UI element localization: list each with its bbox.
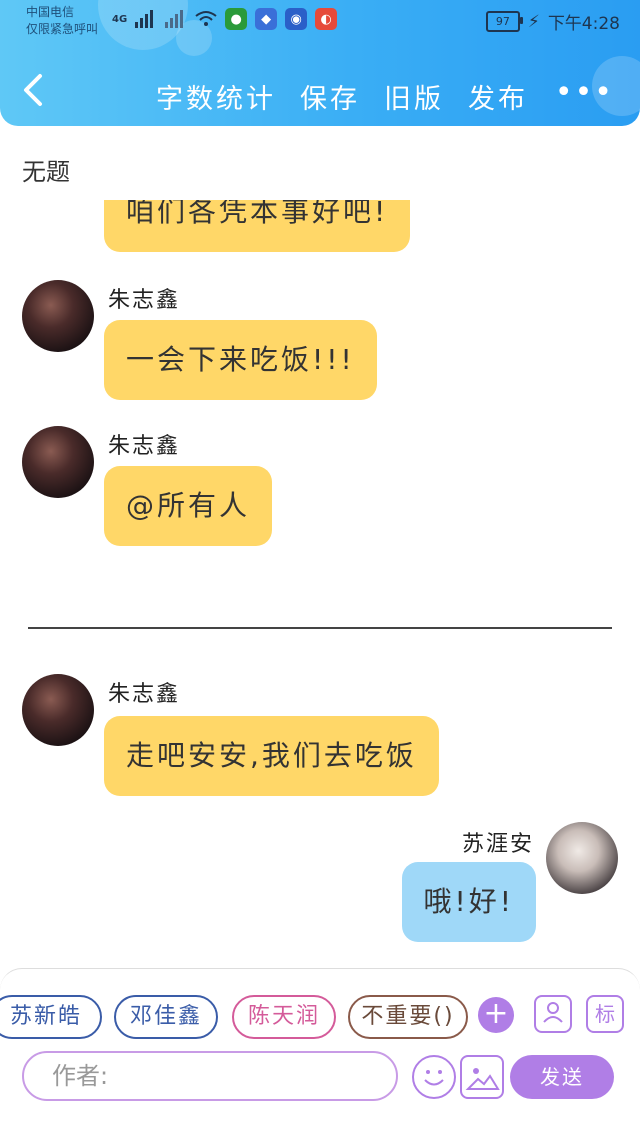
chat-area[interactable]: 咱们各凭本事好吧! 朱志鑫 一会下来吃饭!!! 朱志鑫 @所有人 朱志鑫 走吧安… (0, 200, 640, 960)
nav-row: 字数统计 保存 旧版 发布 ••• (0, 62, 640, 122)
battery-level: 97 (495, 15, 510, 28)
composer-panel: 苏新皓 邓佳鑫 陈天润 不重要() + 标 发送 (0, 968, 640, 1139)
send-button[interactable]: 发送 (510, 1055, 614, 1099)
avatar[interactable] (546, 822, 618, 894)
carrier-text: 中国电信 仅限紧急呼叫 (26, 4, 98, 38)
clock: 下午4:28 (547, 14, 620, 34)
sender-name: 朱志鑫 (108, 288, 181, 313)
character-chip[interactable]: 邓佳鑫 (114, 995, 218, 1039)
message-bubble[interactable]: 一会下来吃饭!!! (104, 320, 377, 400)
word-count-button[interactable]: 字数统计 (156, 77, 276, 116)
carrier-line1: 中国电信 (26, 5, 75, 19)
avatar[interactable] (22, 674, 94, 746)
carrier-line2: 仅限紧急呼叫 (26, 22, 99, 36)
document-title[interactable]: 无题 (22, 152, 70, 187)
publish-button[interactable]: 发布 (468, 77, 528, 116)
more-dots-icon: ••• (554, 75, 614, 110)
message-bubble[interactable]: 咱们各凭本事好吧! (104, 200, 411, 252)
person-button[interactable] (534, 995, 572, 1033)
weibo-icon: ◐ (315, 8, 338, 30)
image-button[interactable] (460, 1055, 504, 1099)
status-bar: 中国电信 仅限紧急呼叫 4G ● ◆ ◉ ◐ 97 ⚡ 下午4:28 (0, 0, 640, 44)
no-signal-icon (165, 10, 184, 28)
message-bubble[interactable]: 哦!好! (401, 862, 536, 942)
signal-label: 4G (112, 13, 128, 25)
signal-icon (135, 10, 154, 28)
message-text: @所有人 (126, 489, 251, 522)
battery-icon: 97 (485, 11, 523, 32)
avatar[interactable] (22, 426, 94, 498)
status-right: 97 ⚡ 下午4:28 (485, 9, 620, 34)
divider-line (28, 627, 612, 629)
radio-icon: ◉ (285, 8, 308, 30)
tag-button[interactable]: 标 (586, 995, 624, 1033)
author-input[interactable] (22, 1051, 398, 1101)
message-text: 哦!好! (423, 885, 514, 918)
emoji-button[interactable] (412, 1055, 456, 1099)
message-bubble[interactable]: @所有人 (104, 466, 273, 546)
header-actions: 字数统计 保存 旧版 发布 (156, 77, 528, 116)
smiley-icon (424, 1070, 444, 1086)
sender-name: 苏涯安 (461, 832, 534, 857)
charging-icon: ⚡ (527, 11, 540, 32)
old-version-button[interactable]: 旧版 (384, 77, 444, 116)
message-text: 一会下来吃饭!!! (126, 343, 355, 376)
message-text: 走吧安安,我们去吃饭 (126, 739, 417, 772)
message-text: 咱们各凭本事好吧! (126, 200, 389, 228)
person-icon (543, 1002, 563, 1023)
avatar[interactable] (22, 280, 94, 352)
image-icon (465, 1068, 500, 1090)
chevron-left-icon (24, 74, 42, 106)
more-button[interactable]: ••• (555, 75, 614, 110)
sender-name: 朱志鑫 (108, 434, 181, 459)
character-chip[interactable]: 陈天润 (232, 995, 336, 1039)
character-chips: 苏新皓 邓佳鑫 陈天润 不重要() + 标 (0, 995, 640, 1039)
wifi-icon (195, 11, 217, 26)
app-header: 中国电信 仅限紧急呼叫 4G ● ◆ ◉ ◐ 97 ⚡ 下午4:28 字数统计 … (0, 0, 640, 126)
status-icons: 4G ● ◆ ◉ ◐ (112, 8, 338, 30)
app-icon: ◆ (255, 8, 278, 30)
sender-name: 朱志鑫 (108, 682, 181, 707)
character-chip[interactable]: 苏新皓 (0, 995, 102, 1039)
save-button[interactable]: 保存 (300, 77, 360, 116)
wechat-icon: ● (225, 8, 248, 30)
back-button[interactable] (20, 72, 50, 112)
message-bubble[interactable]: 走吧安安,我们去吃饭 (104, 716, 439, 796)
add-character-button[interactable]: + (478, 997, 514, 1033)
character-chip[interactable]: 不重要() (348, 995, 468, 1039)
